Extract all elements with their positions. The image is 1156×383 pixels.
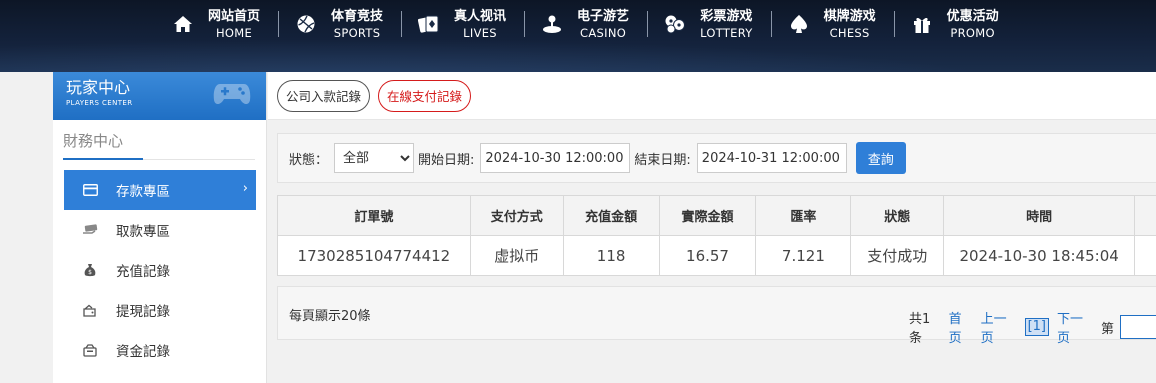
column-header-time: 時間	[944, 196, 1136, 236]
end-date-label: 結束日期:	[634, 152, 691, 168]
money-bag-icon: $	[82, 262, 98, 278]
gift-icon	[911, 13, 933, 35]
nav-label-cn: 优惠活动	[946, 8, 999, 24]
sidebar-section: 財務中心	[63, 130, 255, 160]
column-header-extra	[1135, 196, 1156, 236]
chevron-right-icon: ›	[242, 181, 248, 196]
nav-label-en: CASINO	[580, 25, 627, 40]
lottery-balls-icon	[664, 13, 686, 35]
top-navigation: 网站首页 HOME 体育竞技 SPORTS 真人视讯 LIVES 电子游艺 CASINO	[0, 0, 1156, 72]
sidebar: 玩家中心 PLAYERS CENTER 財務中心 存款專區 › 取款專區 $ 充…	[53, 72, 267, 383]
column-header-status: 狀態	[851, 196, 945, 236]
nav-label-en: LIVES	[463, 25, 497, 40]
nav-item-sports[interactable]: 体育竞技 SPORTS	[289, 4, 397, 44]
card-icon	[82, 182, 98, 198]
sidebar-item-fund-records[interactable]: 資金記錄	[64, 330, 256, 370]
nav-label-en: SPORTS	[333, 25, 381, 40]
end-date-input[interactable]: 2024-10-31 12:00:00	[696, 143, 847, 173]
funds-icon	[82, 342, 98, 358]
tab-online-payment-records[interactable]: 在線支付記錄	[378, 79, 472, 112]
per-page-text: 每頁顯示20條	[289, 309, 371, 324]
record-tabs: 公司入款記錄 在線支付記錄	[268, 72, 1156, 120]
home-icon	[172, 13, 194, 35]
nav-label-cn: 真人视讯	[454, 8, 507, 24]
sidebar-menu: 存款專區 › 取款專區 $ 充值記錄 提現記錄 資金記錄	[53, 170, 266, 370]
current-page[interactable]: [1]	[1024, 318, 1049, 336]
nav-divider	[893, 11, 895, 37]
sidebar-item-withdraw[interactable]: 取款專區	[64, 210, 256, 250]
ball-icon	[295, 13, 317, 35]
sidebar-item-label: 充值記錄	[116, 264, 170, 280]
sidebar-item-label: 提現記錄	[116, 304, 170, 320]
nav-item-home[interactable]: 网站首页 HOME	[166, 4, 274, 44]
nav-divider	[524, 11, 526, 37]
nav-divider	[401, 11, 403, 37]
cell-extra	[1135, 236, 1156, 276]
column-header-order-no: 訂單號	[278, 196, 471, 236]
nav-item-lives[interactable]: 真人视讯 LIVES	[412, 4, 520, 44]
nav-label-cn: 体育竞技	[331, 8, 384, 24]
nav-divider	[278, 11, 280, 37]
records-table: 訂單號 支付方式 充值金額 實際金額 匯率 狀態 時間 173028510477…	[277, 195, 1156, 276]
nav-label-en: LOTTERY	[700, 25, 753, 40]
filter-bar: 狀態： 全部 開始日期: 2024-10-30 12:00:00 結束日期: 2…	[277, 133, 1156, 183]
sidebar-item-label: 存款專區	[116, 184, 170, 200]
column-header-exchange-rate: 匯率	[756, 196, 852, 236]
column-header-actual-amount: 實際金額	[659, 196, 757, 236]
status-select[interactable]: 全部	[334, 143, 415, 173]
nav-item-promo[interactable]: 优惠活动 PROMO	[905, 4, 1013, 44]
nav-item-chess[interactable]: 棋牌游戏 CHESS	[782, 4, 890, 44]
sidebar-item-label: 資金記錄	[116, 344, 170, 360]
wallet-out-icon	[82, 302, 98, 318]
column-header-payment-method: 支付方式	[470, 196, 564, 236]
nav-label-cn: 彩票游戏	[700, 8, 753, 24]
goto-label: 第	[1100, 321, 1114, 337]
table-header-row: 訂單號 支付方式 充值金額 實際金額 匯率 狀態 時間	[278, 196, 1156, 236]
nav-item-casino[interactable]: 电子游艺 CASINO	[535, 4, 643, 44]
pagination: 共1条 首页 上一页 [1] 下一页 第	[909, 308, 1156, 346]
start-date-label: 開始日期:	[418, 152, 475, 168]
cards-icon	[418, 13, 440, 35]
joystick-icon	[541, 13, 563, 35]
nav-label-cn: 网站首页	[208, 8, 261, 24]
sidebar-item-deposit[interactable]: 存款專區 ›	[64, 170, 256, 210]
cell-time: 2024-10-30 18:45:04	[944, 236, 1136, 276]
next-page-link[interactable]: 下一页	[1057, 308, 1093, 346]
nav-item-lottery[interactable]: 彩票游戏 LOTTERY	[658, 4, 767, 44]
sidebar-section-title: 財務中心	[63, 132, 124, 150]
cell-payment-method: 虚拟币	[470, 236, 564, 276]
prev-page-link[interactable]: 上一页	[981, 308, 1017, 346]
sidebar-item-label: 取款專區	[116, 224, 170, 240]
main-content: 公司入款記錄 在線支付記錄 狀態： 全部 開始日期: 2024-10-30 12…	[268, 72, 1156, 383]
nav-label-cn: 棋牌游戏	[823, 8, 876, 24]
cell-recharge-amount: 118	[563, 236, 660, 276]
first-page-link[interactable]: 首页	[949, 308, 973, 346]
status-label: 狀態：	[289, 152, 329, 168]
tab-company-deposit-records[interactable]: 公司入款記錄	[277, 79, 371, 112]
cell-exchange-rate: 7.121	[756, 236, 852, 276]
table-row: 1730285104774412 虚拟币 118 16.57 7.121 支付成…	[278, 236, 1156, 276]
nav-divider	[770, 11, 772, 37]
pagination-bar: 每頁顯示20條 共1条 首页 上一页 [1] 下一页 第	[277, 286, 1156, 346]
sidebar-header: 玩家中心 PLAYERS CENTER	[53, 72, 266, 120]
column-header-recharge-amount: 充值金額	[563, 196, 660, 236]
nav-label-en: HOME	[215, 25, 253, 40]
page-number-input[interactable]	[1119, 315, 1156, 339]
total-count: 共1条	[909, 312, 931, 346]
query-button[interactable]: 查詢	[855, 142, 906, 174]
sidebar-item-recharge-records[interactable]: $ 充值記錄	[64, 250, 256, 290]
nav-divider	[647, 11, 649, 37]
nav-label-en: PROMO	[950, 25, 995, 40]
svg-text:$: $	[88, 269, 92, 276]
cell-status: 支付成功	[851, 236, 945, 276]
nav-label-cn: 电子游艺	[577, 8, 630, 24]
nav-label-en: CHESS	[829, 25, 870, 40]
start-date-input[interactable]: 2024-10-30 12:00:00	[480, 143, 631, 173]
spade-icon	[788, 13, 810, 35]
cell-actual-amount: 16.57	[659, 236, 757, 276]
sidebar-item-withdraw-records[interactable]: 提現記錄	[64, 290, 256, 330]
cell-order-no: 1730285104774412	[278, 236, 471, 276]
cash-icon	[82, 222, 98, 238]
gamepad-icon	[212, 78, 252, 112]
